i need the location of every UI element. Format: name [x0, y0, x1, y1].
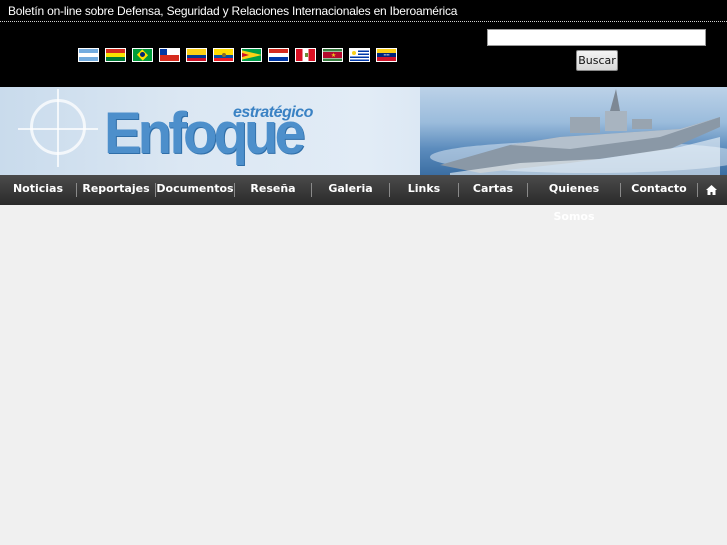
nav-item-cartas[interactable]: Cartas [459, 175, 527, 205]
brazil-flag-icon[interactable] [132, 48, 154, 62]
main-nav: Noticias Reportajes Documentos Reseña Ga… [0, 175, 727, 223]
bolivia-flag-icon[interactable] [105, 48, 127, 62]
paraguay-flag-icon[interactable] [267, 48, 289, 62]
site-tagline: Boletín on-line sobre Defensa, Seguridad… [8, 4, 458, 18]
nav-separator [697, 183, 698, 197]
peru-flag-icon[interactable] [294, 48, 316, 62]
dotted-divider [0, 21, 727, 22]
top-bar: Boletín on-line sobre Defensa, Seguridad… [0, 0, 727, 87]
nav-item-contacto[interactable]: Contacto [621, 175, 697, 205]
logo-subtitle: estratégico [233, 104, 313, 121]
nav-item-reportajes[interactable]: Reportajes [77, 175, 155, 205]
nav-item-galeria[interactable]: Galeria [312, 175, 389, 205]
nav-item-links[interactable]: Links [390, 175, 458, 205]
nav-item-noticias[interactable]: Noticias [0, 175, 76, 205]
chile-flag-icon[interactable] [159, 48, 181, 62]
suriname-flag-icon[interactable]: ★ [321, 48, 343, 62]
nav-item-quienes-somos[interactable]: Quienes Somos [528, 175, 620, 223]
ecuador-flag-icon[interactable] [213, 48, 235, 62]
argentina-flag-icon[interactable] [78, 48, 99, 62]
search-input[interactable] [487, 29, 706, 46]
colombia-flag-icon[interactable] [186, 48, 208, 62]
venezuela-flag-icon[interactable]: ∙∙∙∙ [376, 48, 398, 62]
nav-item-resena[interactable]: Reseña [235, 175, 311, 205]
home-icon[interactable] [704, 175, 719, 205]
nav-item-documentos[interactable]: Documentos [156, 175, 234, 205]
banner-ship-image [420, 87, 727, 175]
site-banner: Enfoque estratégico [0, 87, 727, 175]
uruguay-flag-icon[interactable] [348, 48, 370, 62]
guyana-flag-icon[interactable] [240, 48, 262, 62]
search-button[interactable]: Buscar [576, 50, 618, 71]
country-flags: ★ ∙∙∙∙ [78, 48, 403, 62]
